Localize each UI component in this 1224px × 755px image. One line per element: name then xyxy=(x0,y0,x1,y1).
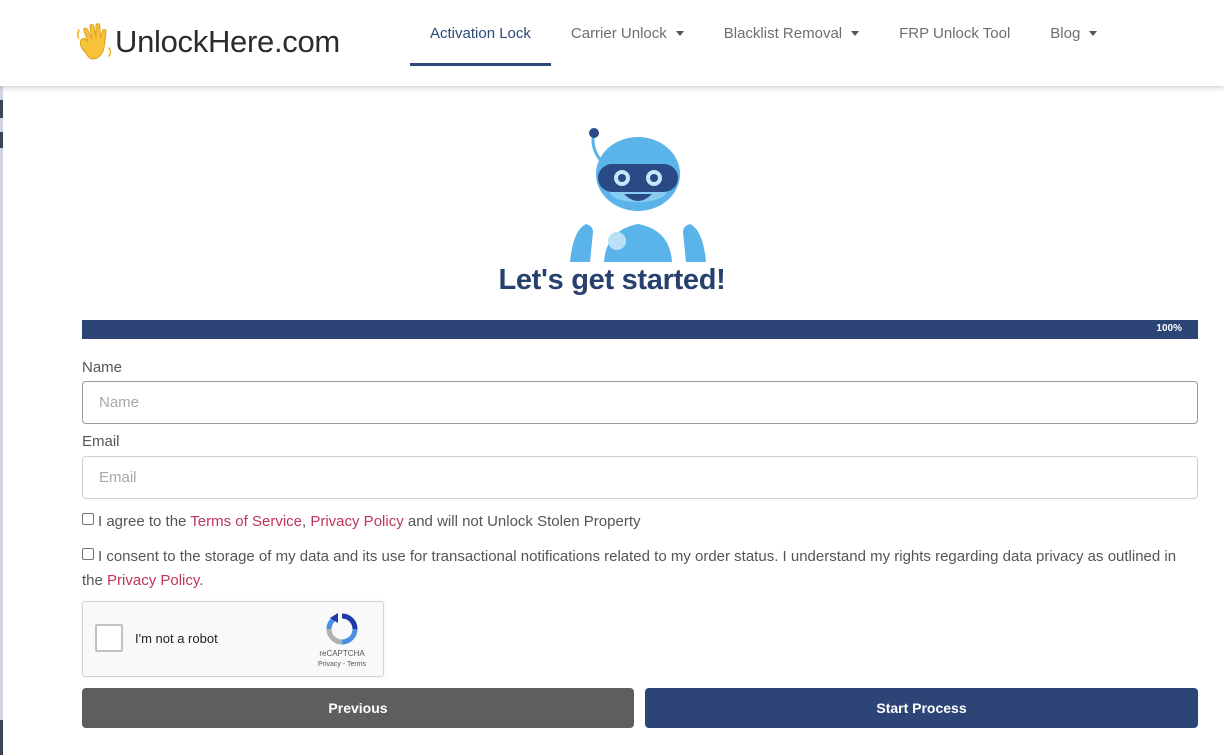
progress-fill: 100% xyxy=(82,320,1198,339)
caret-down-icon xyxy=(675,30,684,36)
previous-button[interactable]: Previous xyxy=(82,688,634,728)
page-title: Let's get started! xyxy=(498,264,726,296)
nav-frp-unlock-tool[interactable]: FRP Unlock Tool xyxy=(879,0,1030,66)
nav-blacklist-removal[interactable]: Blacklist Removal xyxy=(704,0,879,66)
consent-text: I consent to the storage of my data and … xyxy=(82,548,1177,589)
recaptcha-widget: I'm not a robot reCAPTCHA Privacy - Term… xyxy=(82,601,384,677)
window-edge xyxy=(0,0,3,755)
consent-suffix: . xyxy=(199,572,204,589)
nav-activation-lock[interactable]: Activation Lock xyxy=(410,0,551,66)
privacy-policy-link[interactable]: Privacy Policy xyxy=(310,513,403,530)
start-process-button[interactable]: Start Process xyxy=(645,688,1198,728)
nav-label: Activation Lock xyxy=(430,24,531,42)
nav-blog[interactable]: Blog xyxy=(1030,0,1117,66)
main-nav: Activation Lock Carrier Unlock Blacklist… xyxy=(410,0,1117,86)
caret-down-icon xyxy=(851,30,860,36)
recaptcha-checkbox[interactable] xyxy=(95,624,123,652)
recaptcha-brand: reCAPTCHA xyxy=(319,649,365,658)
logo[interactable]: UnlockHere.com xyxy=(76,22,340,62)
waving-hand-icon xyxy=(77,23,112,60)
email-label: Email xyxy=(82,433,120,450)
logo-text: UnlockHere.com xyxy=(115,24,340,59)
terms-of-service-link[interactable]: Terms of Service xyxy=(190,513,302,530)
consent-privacy-policy-link[interactable]: Privacy Policy xyxy=(107,572,199,589)
terms-checkbox[interactable] xyxy=(82,513,94,525)
recaptcha-links[interactable]: Privacy - Terms xyxy=(309,661,375,668)
recaptcha-label: I'm not a robot xyxy=(135,631,218,646)
nav-label: FRP Unlock Tool xyxy=(899,24,1011,42)
nav-label: Blacklist Removal xyxy=(723,24,843,42)
terms-agreement: I agree to the Terms of Service, Privacy… xyxy=(82,510,1198,534)
robot-icon xyxy=(570,128,706,262)
nav-label: Blog xyxy=(1050,24,1081,42)
email-input[interactable] xyxy=(82,456,1198,499)
name-input[interactable] xyxy=(82,381,1198,424)
consent-checkbox[interactable] xyxy=(82,548,94,560)
recaptcha-logo-icon xyxy=(326,613,358,645)
caret-down-icon xyxy=(1089,30,1098,36)
nav-label: Carrier Unlock xyxy=(570,24,667,42)
terms-text: I agree to the xyxy=(98,513,191,530)
consent-agreement: I consent to the storage of my data and … xyxy=(82,545,1198,593)
nav-carrier-unlock[interactable]: Carrier Unlock xyxy=(551,0,704,66)
progress-percent: 100% xyxy=(1156,323,1182,334)
name-label: Name xyxy=(82,359,123,376)
site-header: UnlockHere.com Activation Lock Carrier U… xyxy=(0,0,1224,86)
terms-suffix: and will not Unlock Stolen Property xyxy=(403,513,641,530)
progress-bar: 100% xyxy=(82,320,1198,339)
